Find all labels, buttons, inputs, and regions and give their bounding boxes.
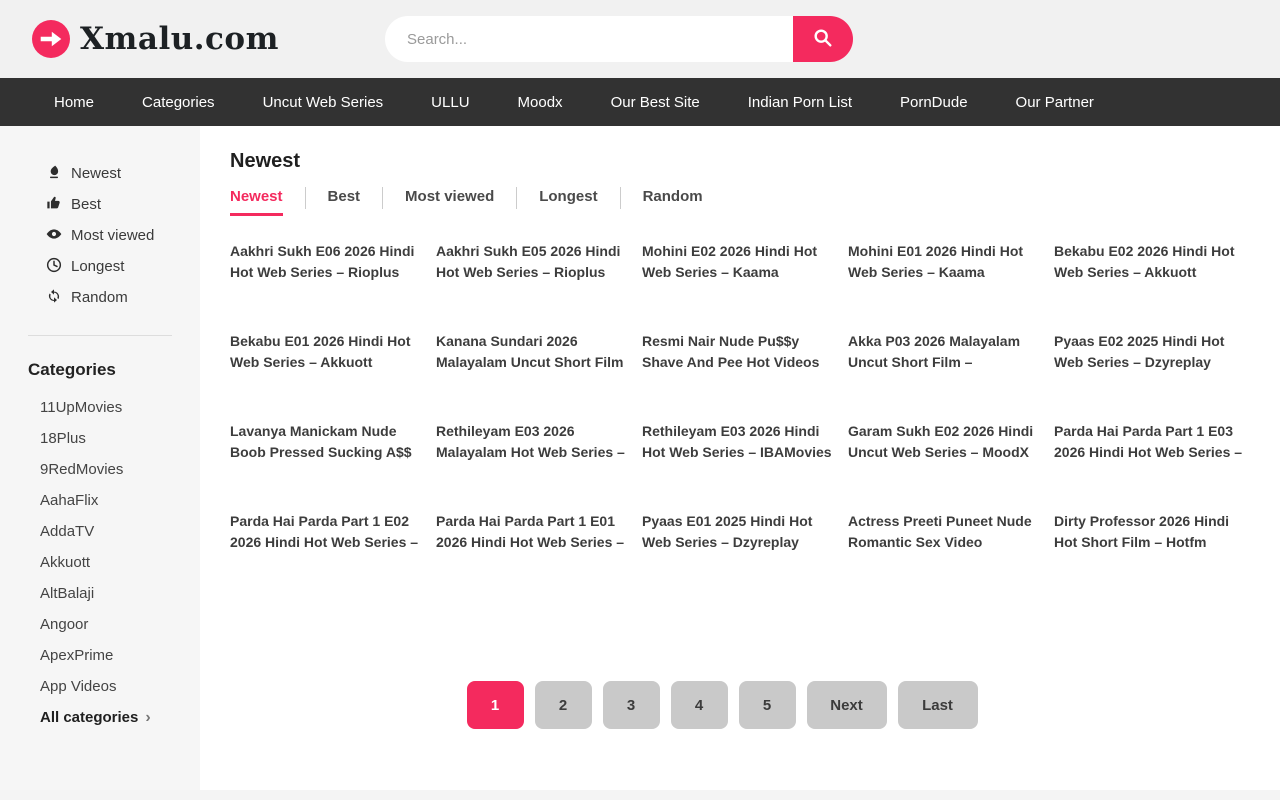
sidebar-category-11upmovies[interactable]: 11UpMovies [0,392,200,423]
search-input[interactable] [385,16,793,62]
video-title[interactable]: Resmi Nair Nude Pu$$y Shave And Pee Hot … [642,331,832,373]
page-title: Newest [230,150,1244,173]
sidebar-category-akkuott[interactable]: Akkuott [0,547,200,578]
sort-tabs: Newest Best Most viewed Longest Random [230,187,1244,217]
sidebar-all-categories[interactable]: All categories › [0,702,200,733]
video-title[interactable]: Rethileyam E03 2026 Hindi Hot Web Series… [642,421,832,463]
video-title[interactable]: Aakhri Sukh E06 2026 Hindi Hot Web Serie… [230,241,420,283]
site-title: Xmalu.com [80,21,279,57]
video-title[interactable]: Parda Hai Parda Part 1 E01 2026 Hindi Ho… [436,511,626,553]
sidebar-item-label: Most viewed [71,227,154,244]
video-title[interactable]: Garam Sukh E02 2026 Hindi Uncut Web Seri… [848,421,1038,463]
video-title[interactable]: Parda Hai Parda Part 1 E03 2026 Hindi Ho… [1054,421,1244,463]
video-title[interactable]: Dirty Professor 2026 Hindi Hot Short Fil… [1054,511,1244,553]
nav-item-porndude[interactable]: PornDude [876,78,992,126]
video-title[interactable]: Actress Preeti Puneet Nude Romantic Sex … [848,511,1038,553]
video-title[interactable]: Akka P03 2026 Malayalam Uncut Short Film… [848,331,1038,373]
search-bar [385,16,853,62]
nav-item-indian-porn-list[interactable]: Indian Porn List [724,78,876,126]
refresh-icon [46,288,62,308]
nav-item-ullu[interactable]: ULLU [407,78,493,126]
video-title[interactable]: Aakhri Sukh E05 2026 Hindi Hot Web Serie… [436,241,626,283]
nav-item-categories[interactable]: Categories [118,78,239,126]
tab-divider [382,187,383,209]
video-title[interactable]: Pyaas E01 2025 Hindi Hot Web Series – Dz… [642,511,832,553]
nav-item-uncut-web-series[interactable]: Uncut Web Series [239,78,408,126]
video-title[interactable]: Rethileyam E03 2026 Malayalam Hot Web Se… [436,421,626,463]
sidebar-category-aahaflix[interactable]: AahaFlix [0,485,200,516]
pagination-page-5[interactable]: 5 [739,681,796,729]
sidebar-item-random[interactable]: Random [0,282,200,313]
video-title[interactable]: Bekabu E01 2026 Hindi Hot Web Series – A… [230,331,420,373]
main-content: Newest Newest Best Most viewed Longest R… [200,126,1280,790]
tab-longest[interactable]: Longest [539,188,597,216]
tab-divider [516,187,517,209]
tab-most-viewed[interactable]: Most viewed [405,188,494,216]
tab-best[interactable]: Best [328,188,361,216]
pagination-page-3[interactable]: 3 [603,681,660,729]
sidebar-item-label: Random [71,289,128,306]
tab-newest[interactable]: Newest [230,188,283,216]
search-icon [812,27,834,52]
sidebar-item-longest[interactable]: Longest [0,251,200,282]
page-body: Newest Best Most viewed Longest Random [0,126,1280,790]
video-title[interactable]: Parda Hai Parda Part 1 E02 2026 Hindi Ho… [230,511,420,553]
pagination-last-button[interactable]: Last [898,681,978,729]
video-title[interactable]: Mohini E01 2026 Hindi Hot Web Series – K… [848,241,1038,283]
video-title[interactable]: Mohini E02 2026 Hindi Hot Web Series – K… [642,241,832,283]
site-header: Xmalu.com [0,0,1280,78]
eye-icon [46,226,62,246]
sidebar-divider [28,335,172,336]
chevron-right-icon: › [145,710,150,726]
sidebar-category-apexprime[interactable]: ApexPrime [0,640,200,671]
nav-item-our-partner[interactable]: Our Partner [992,78,1118,126]
nav-item-our-best-site[interactable]: Our Best Site [587,78,724,126]
pagination-page-4[interactable]: 4 [671,681,728,729]
sidebar-item-label: Longest [71,258,124,275]
main-nav: Home Categories Uncut Web Series ULLU Mo… [0,78,1280,126]
sidebar: Newest Best Most viewed Longest Random [0,126,200,790]
sidebar-category-app-videos[interactable]: App Videos [0,671,200,702]
tab-divider [620,187,621,209]
sidebar-category-angoor[interactable]: Angoor [0,609,200,640]
nav-item-moodx[interactable]: Moodx [494,78,587,126]
sidebar-category-9redmovies[interactable]: 9RedMovies [0,454,200,485]
sidebar-category-addatv[interactable]: AddaTV [0,516,200,547]
pen-icon [46,164,62,184]
video-grid: Aakhri Sukh E06 2026 Hindi Hot Web Serie… [230,241,1244,601]
tab-divider [305,187,306,209]
sidebar-category-altbalaji[interactable]: AltBalaji [0,578,200,609]
video-title[interactable]: Pyaas E02 2025 Hindi Hot Web Series – Dz… [1054,331,1244,373]
site-logo[interactable]: Xmalu.com [32,20,279,58]
pagination: 1 2 3 4 5 Next Last [230,681,1244,729]
tab-random[interactable]: Random [643,188,703,216]
nav-item-home[interactable]: Home [30,78,118,126]
arrow-right-circle-icon [32,20,70,58]
footer-strip [0,790,1280,800]
sidebar-item-newest[interactable]: Newest [0,158,200,189]
thumb-up-icon [46,195,62,215]
sidebar-item-label: Newest [71,165,121,182]
search-button[interactable] [793,16,853,62]
sidebar-item-label: Best [71,196,101,213]
video-title[interactable]: Bekabu E02 2026 Hindi Hot Web Series – A… [1054,241,1244,283]
clock-icon [46,257,62,277]
sidebar-item-best[interactable]: Best [0,189,200,220]
categories-heading: Categories [28,360,200,380]
all-categories-label: All categories [40,709,138,726]
sidebar-item-most-viewed[interactable]: Most viewed [0,220,200,251]
pagination-page-2[interactable]: 2 [535,681,592,729]
pagination-page-1[interactable]: 1 [467,681,524,729]
video-title[interactable]: Lavanya Manickam Nude Boob Pressed Sucki… [230,421,420,463]
video-title[interactable]: Kanana Sundari 2026 Malayalam Uncut Shor… [436,331,626,373]
pagination-next-button[interactable]: Next [807,681,887,729]
sidebar-category-18plus[interactable]: 18Plus [0,423,200,454]
